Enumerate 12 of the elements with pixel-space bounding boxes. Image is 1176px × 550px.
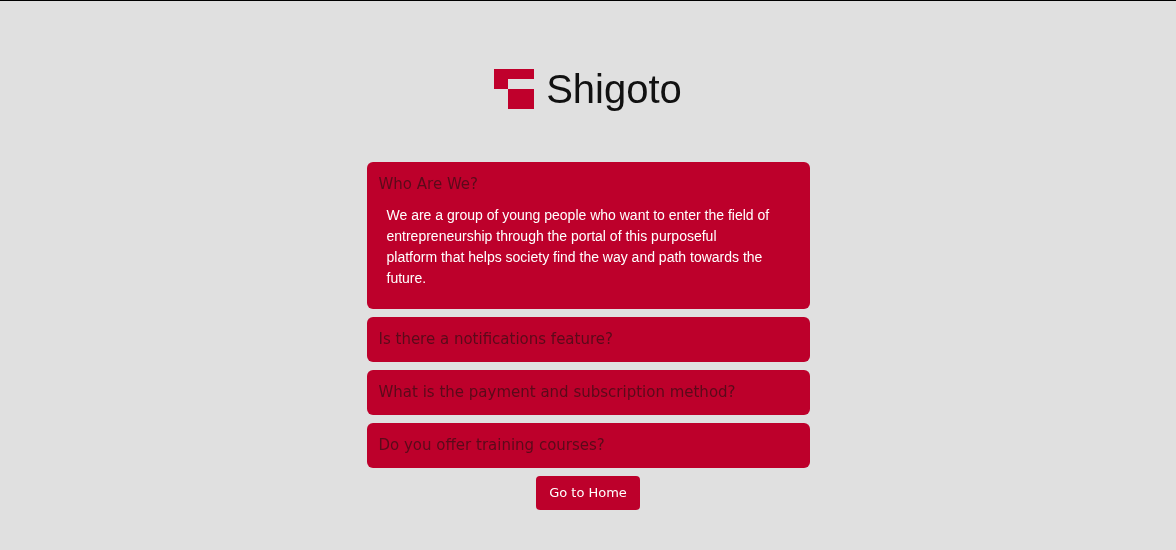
home-button[interactable]: Go to Home — [536, 476, 640, 510]
faq-card[interactable]: Do you offer training courses? — [366, 423, 810, 468]
faq-card[interactable]: What is the payment and subscription method? — [366, 370, 810, 415]
faq-card[interactable]: Who Are We? We are a group of young people who want to enter the field of entrepreneurship through the portal of this purposeful platform that helps society find the way and path towards the future. — [366, 162, 810, 309]
logo-icon — [494, 69, 535, 109]
faq-question: Who Are We? — [378, 174, 480, 195]
faq-card[interactable]: Is there a notifications feature? — [366, 317, 810, 362]
faq-question: Do you offer training courses? — [378, 435, 606, 456]
faq-answer: We are a group of young people who want to enter the field of entrepreneurship through the portal of this purposeful platform that helps society find the way and path towards the future. — [385, 206, 771, 288]
logo-text: Shigoto — [546, 69, 682, 109]
faq-question: What is the payment and subscription method? — [378, 382, 737, 403]
faq-question: Is there a notifications feature? — [378, 329, 614, 350]
